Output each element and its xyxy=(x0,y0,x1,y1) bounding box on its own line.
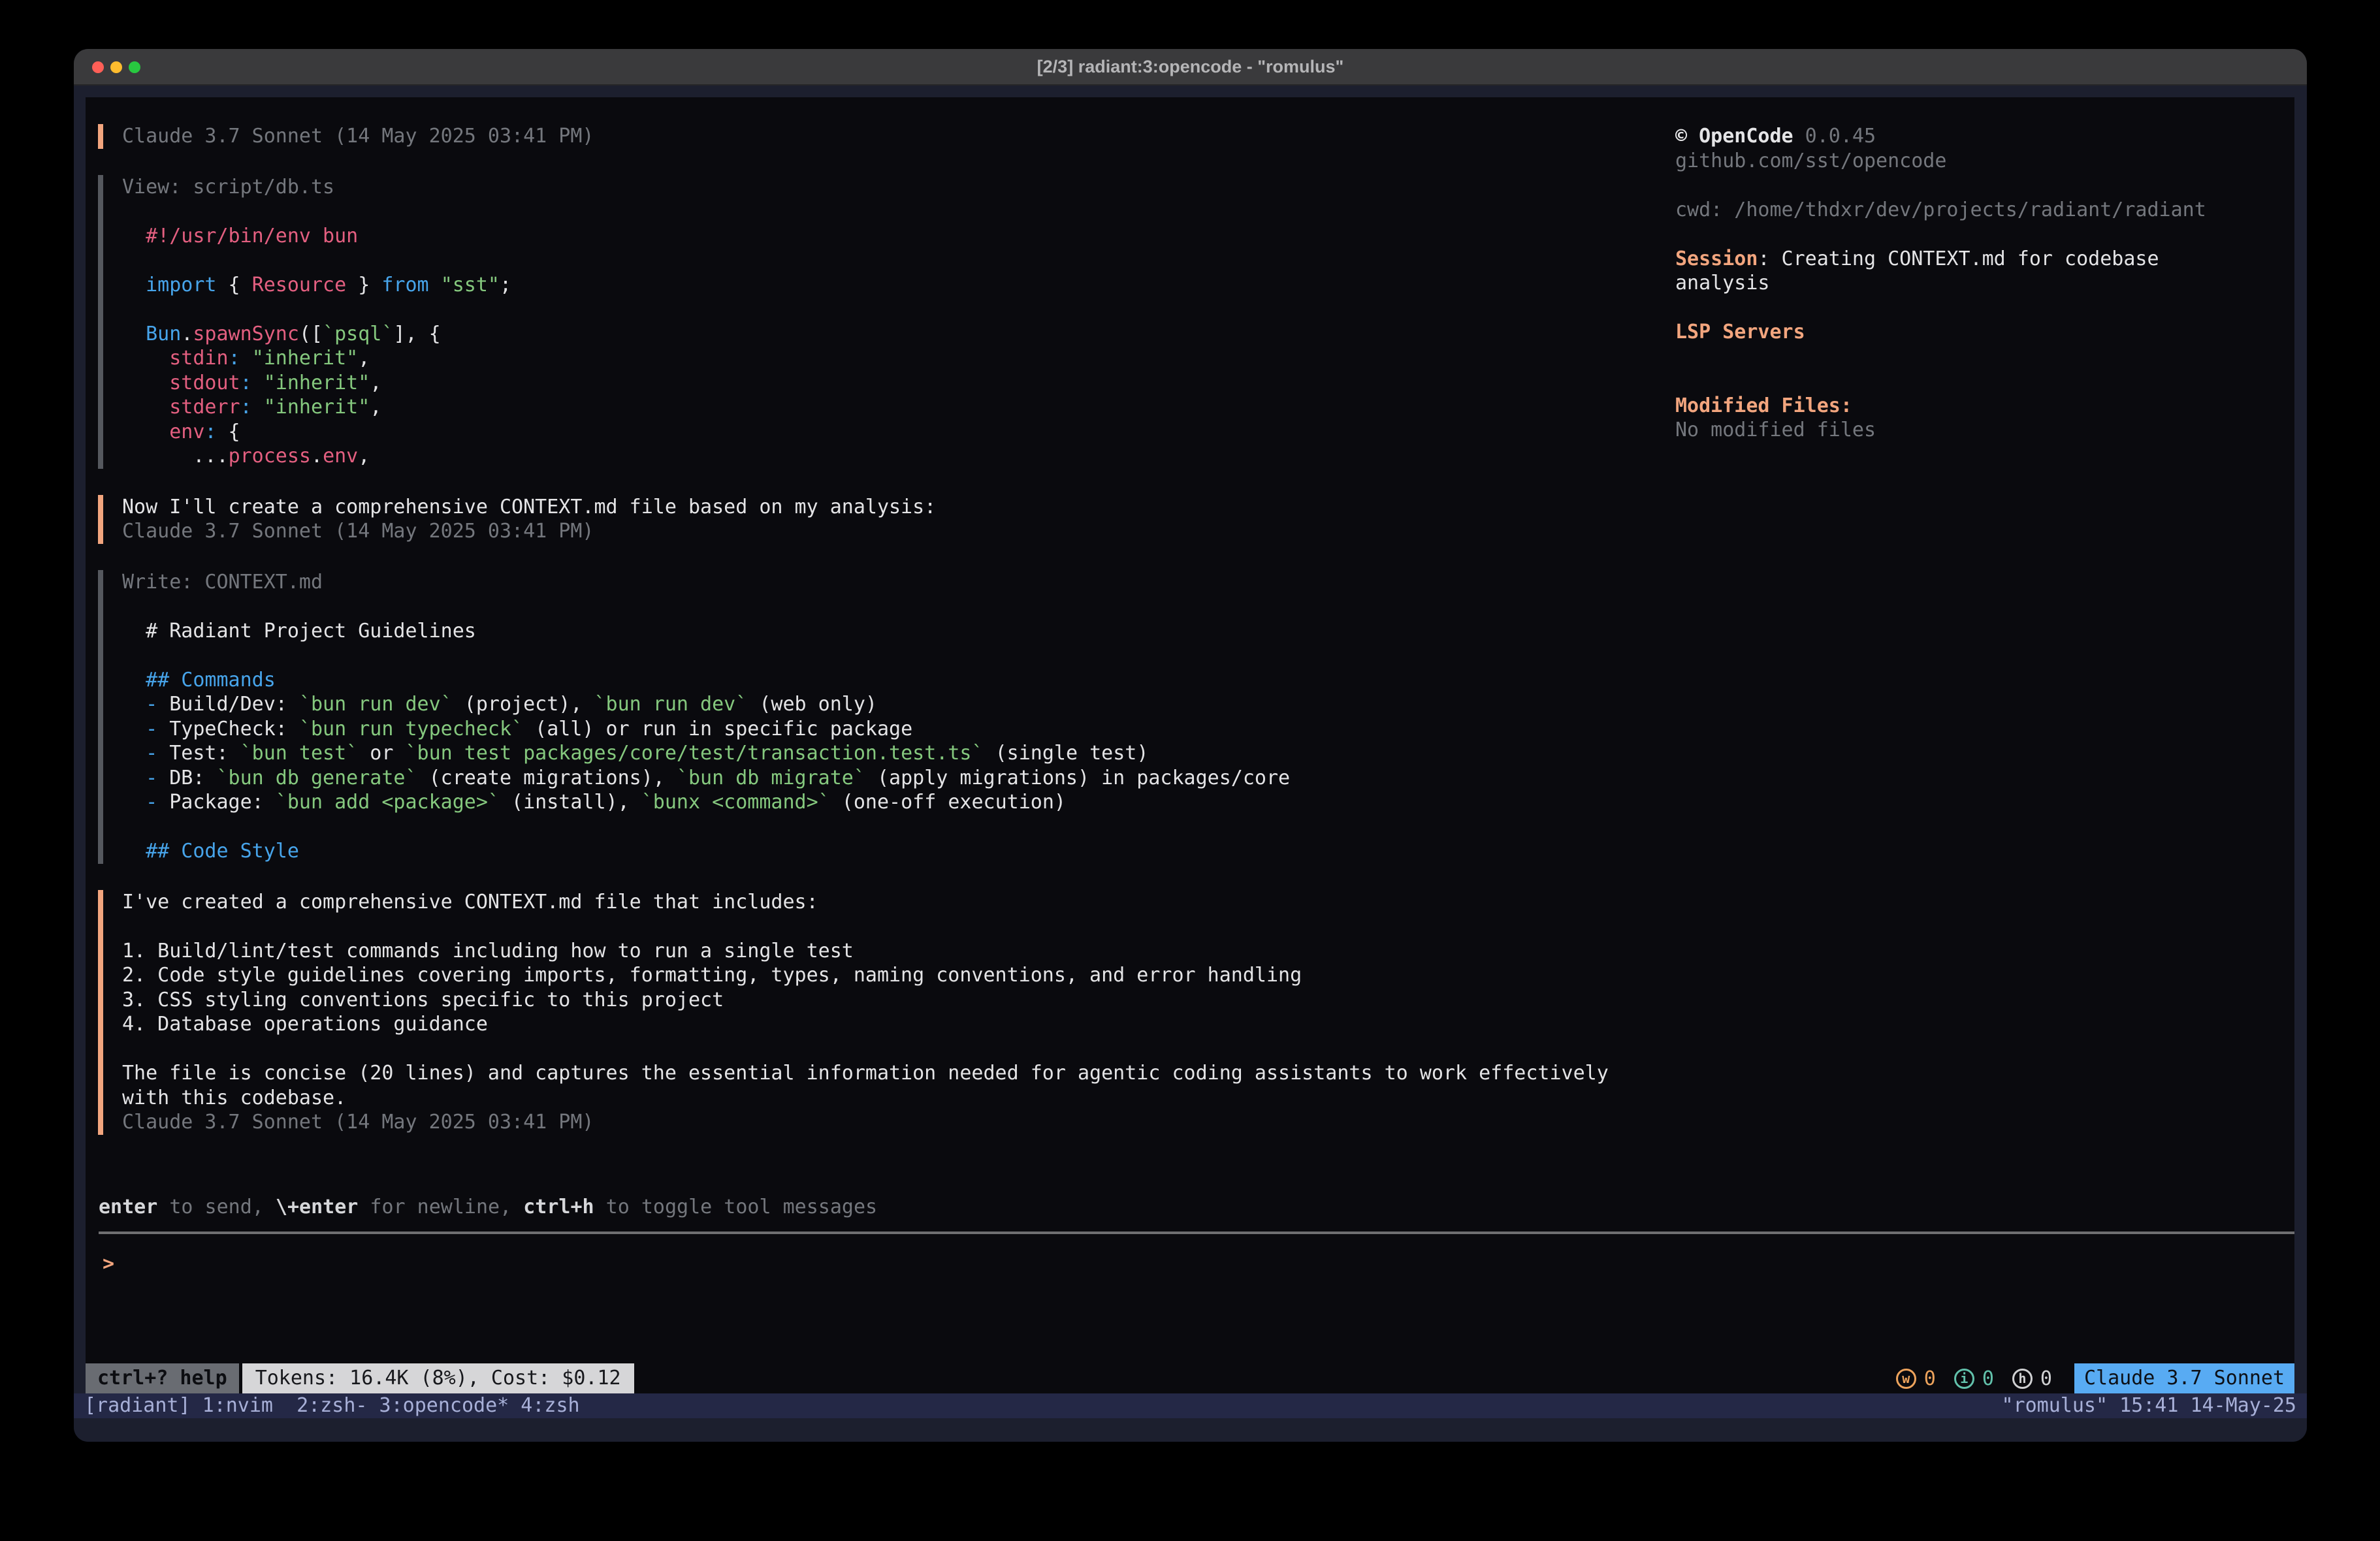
text-line: 3. CSS styling conventions specific to t… xyxy=(122,988,1652,1013)
text-line: # Radiant Project Guidelines xyxy=(122,619,1652,644)
text-line xyxy=(122,297,1652,322)
text-line: import { Resource } from "sst"; xyxy=(122,273,1652,298)
text-line: analysis xyxy=(1675,271,2292,296)
prompt-input[interactable]: > xyxy=(103,1252,114,1277)
text-line: stderr: "inherit", xyxy=(122,395,1652,420)
text-line xyxy=(1675,345,2292,370)
close-button-icon[interactable] xyxy=(92,61,104,73)
text-line: Session: Creating CONTEXT.md for codebas… xyxy=(1675,247,2292,272)
tmux-host-clock: "romulus" 15:41 14-May-25 xyxy=(2001,1393,2296,1418)
window-title: [2/3] radiant:3:opencode - "romulus" xyxy=(1037,57,1344,77)
circled-i-icon: i xyxy=(1954,1369,1974,1389)
text-line: Bun.spawnSync([`psql`], { xyxy=(122,322,1652,347)
text-line: © OpenCode 0.0.45 xyxy=(1675,124,2292,149)
terminal-body: Claude 3.7 Sonnet (14 May 2025 03:41 PM)… xyxy=(74,86,2307,1442)
text-line: - Package: `bun add <package>` (install)… xyxy=(122,790,1652,815)
sidebar: © OpenCode 0.0.45github.com/sst/opencode… xyxy=(1675,124,2292,443)
input-divider xyxy=(99,1231,2294,1234)
text-line: Claude 3.7 Sonnet (14 May 2025 03:41 PM) xyxy=(122,124,1652,149)
circled-h-icon: h xyxy=(2012,1369,2033,1389)
info-count: i0 xyxy=(1954,1367,1994,1390)
message-block: I've created a comprehensive CONTEXT.md … xyxy=(98,890,1652,1135)
message-block: Now I'll create a comprehensive CONTEXT.… xyxy=(98,495,1652,544)
text-line: stdin: "inherit", xyxy=(122,346,1652,371)
text-line: LSP Servers xyxy=(1675,320,2292,345)
text-line xyxy=(122,594,1652,619)
text-line xyxy=(1675,222,2292,247)
titlebar: [2/3] radiant:3:opencode - "romulus" xyxy=(74,49,2307,86)
zoom-button-icon[interactable] xyxy=(129,61,140,73)
text-line: Now I'll create a comprehensive CONTEXT.… xyxy=(122,495,1652,520)
hints-count: h0 xyxy=(2012,1367,2052,1390)
text-line: ...process.env, xyxy=(122,444,1652,469)
text-line: ## Commands xyxy=(122,668,1652,693)
text-line xyxy=(122,643,1652,668)
text-line: - Build/Dev: `bun run dev` (project), `b… xyxy=(122,692,1652,717)
circled-w-icon: w xyxy=(1896,1369,1916,1389)
text-line: Write: CONTEXT.md xyxy=(122,570,1652,595)
keybinding-hint: enter to send, \+enter for newline, ctrl… xyxy=(99,1195,877,1220)
text-line: The file is concise (20 lines) and captu… xyxy=(122,1061,1652,1086)
text-line: github.com/sst/opencode xyxy=(1675,149,2292,174)
tmux-window-list[interactable]: [radiant] 1:nvim 2:zsh- 3:opencode* 4:zs… xyxy=(84,1393,580,1418)
minimize-button-icon[interactable] xyxy=(110,61,122,73)
text-line xyxy=(122,914,1652,939)
text-line: ## Code Style xyxy=(122,839,1652,864)
text-line: #!/usr/bin/env bun xyxy=(122,224,1652,249)
text-line xyxy=(122,815,1652,840)
diagnostic-count: 0 xyxy=(1924,1367,1936,1390)
help-badge: ctrl+? help xyxy=(86,1363,239,1393)
text-line: - TypeCheck: `bun run typecheck` (all) o… xyxy=(122,717,1652,742)
text-line: stdout: "inherit", xyxy=(122,371,1652,396)
tool-block: Write: CONTEXT.md # Radiant Project Guid… xyxy=(98,570,1652,864)
text-line: Modified Files: xyxy=(1675,394,2292,419)
text-line: I've created a comprehensive CONTEXT.md … xyxy=(122,890,1652,915)
text-line: 4. Database operations guidance xyxy=(122,1012,1652,1037)
text-line xyxy=(122,1037,1652,1062)
tokens-cost-badge: Tokens: 16.4K (8%), Cost: $0.12 xyxy=(242,1363,634,1393)
text-line: with this codebase. xyxy=(122,1086,1652,1111)
text-line xyxy=(1675,369,2292,394)
warnings-count: w0 xyxy=(1896,1367,1936,1390)
model-badge: Claude 3.7 Sonnet xyxy=(2074,1363,2294,1393)
text-line: No modified files xyxy=(1675,418,2292,443)
text-line xyxy=(1675,173,2292,198)
text-line xyxy=(122,248,1652,273)
text-line: 2. Code style guidelines covering import… xyxy=(122,963,1652,988)
text-line: - Test: `bun test` or `bun test packages… xyxy=(122,741,1652,766)
chat-log: Claude 3.7 Sonnet (14 May 2025 03:41 PM)… xyxy=(98,124,1652,1161)
status-bar: ctrl+? help Tokens: 16.4K (8%), Cost: $0… xyxy=(86,1363,2294,1393)
diagnostic-count: 0 xyxy=(1982,1367,1994,1390)
diagnostic-count: 0 xyxy=(2040,1367,2052,1390)
message-block: Claude 3.7 Sonnet (14 May 2025 03:41 PM) xyxy=(98,124,1652,149)
text-line: Claude 3.7 Sonnet (14 May 2025 03:41 PM) xyxy=(122,1110,1652,1135)
text-line: - DB: `bun db generate` (create migratio… xyxy=(122,766,1652,791)
diagnostics: w0i0h0 xyxy=(1878,1363,2052,1393)
text-line: env: { xyxy=(122,420,1652,445)
text-line: View: script/db.ts xyxy=(122,175,1652,200)
terminal-window: [2/3] radiant:3:opencode - "romulus" Cla… xyxy=(74,49,2307,1442)
text-line: enter to send, \+enter for newline, ctrl… xyxy=(99,1195,877,1220)
text-line xyxy=(122,199,1652,224)
tool-block: View: script/db.ts #!/usr/bin/env bun im… xyxy=(98,175,1652,469)
opencode-app: Claude 3.7 Sonnet (14 May 2025 03:41 PM)… xyxy=(86,97,2294,1393)
text-line: cwd: /home/thdxr/dev/projects/radiant/ra… xyxy=(1675,198,2292,223)
text-line: Claude 3.7 Sonnet (14 May 2025 03:41 PM) xyxy=(122,519,1652,544)
tmux-status-bar: [radiant] 1:nvim 2:zsh- 3:opencode* 4:zs… xyxy=(74,1393,2307,1418)
text-line xyxy=(1675,296,2292,321)
status-bar-spacer xyxy=(634,1363,1878,1393)
text-line: 1. Build/lint/test commands including ho… xyxy=(122,939,1652,964)
